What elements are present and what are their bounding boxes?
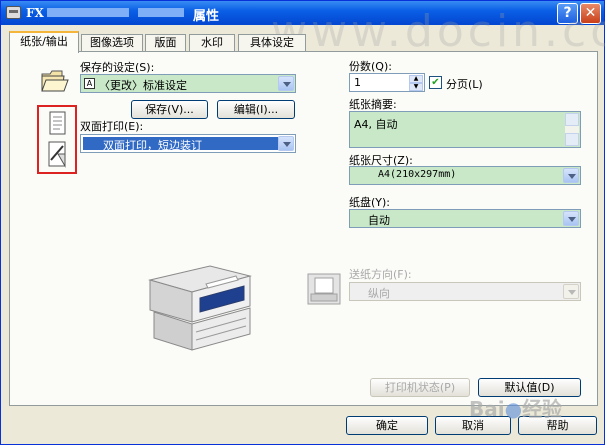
tab-detailed-settings[interactable]: 具体设定 [238,34,306,52]
saved-settings-select[interactable]: A 〈更改〉标准设定 [80,74,296,93]
copies-value: 1 [354,76,361,89]
close-button[interactable]: ✕ [580,3,601,24]
document-icon [49,111,66,135]
printer-illustration [148,265,252,351]
tray-select[interactable]: 自动 [349,209,581,228]
printer-status-button[interactable]: 打印机状态(P) [370,378,470,397]
summary-label: 纸张摘要: [349,98,397,111]
copies-label: 份数(Q): [349,60,392,73]
tab-layout[interactable]: 版面 [145,34,186,52]
summary-box: A4, 自动 [349,111,581,148]
title-bar: FX 属性 ? ✕ [1,1,604,25]
window-brand: FX [26,6,44,20]
feed-direction-value: 纵向 [368,287,390,300]
tab-panel: 保存的设定(S): A 〈更改〉标准设定 保存(V)... 编辑(I)... 双… [9,51,598,406]
collate-checkbox[interactable]: ✔ [429,76,442,89]
tray-value: 自动 [368,214,390,227]
paper-feed-icon [307,273,341,305]
tab-watermark[interactable]: 水印 [189,34,235,52]
help-button[interactable]: 帮助 [518,416,597,435]
spin-down-icon[interactable]: ▼ [409,83,423,91]
tab-image-options[interactable]: 图像选项 [81,34,143,52]
feed-direction-label: 送纸方向(F): [349,268,412,281]
properties-dialog: FX 属性 ? ✕ www.docin.com 纸张/输出 图像选项 版面 水印… [0,0,605,445]
duplex-label: 双面打印(E): [80,120,144,133]
save-button[interactable]: 保存(V)... [131,100,208,119]
chevron-down-icon[interactable] [563,284,579,299]
tray-label: 纸盘(Y): [349,196,391,209]
scroll-down-icon[interactable] [565,133,579,146]
tab-paper-output[interactable]: 纸张/输出 [9,31,79,53]
scroll-up-icon[interactable] [565,113,579,126]
feed-direction-select[interactable]: 纵向 [349,282,581,301]
saved-settings-value: 〈更改〉标准设定 [99,79,187,92]
collate-label: 分页(L) [446,78,483,91]
duplex-page-icon [48,141,66,168]
help-title-button[interactable]: ? [557,3,578,24]
window-title: 属性 [193,9,220,24]
edit-button[interactable]: 编辑(I)... [217,100,295,119]
folder-icon [41,70,69,92]
printer-icon [6,6,21,19]
duplex-select[interactable]: 双面打印，短边装订 [80,134,296,153]
copies-stepper[interactable]: 1 ▲ ▼ [349,73,425,92]
setting-icon: A [84,78,95,89]
paper-size-value: A4(210x297mm) [378,169,457,180]
saved-settings-label: 保存的设定(S): [80,61,155,74]
summary-value: A4, 自动 [354,118,398,131]
paper-size-select[interactable]: A4(210x297mm) [349,166,581,185]
chevron-down-icon[interactable] [278,136,294,151]
redacted-text [47,8,129,17]
duplex-icon-frame [37,105,77,174]
spin-up-icon[interactable]: ▲ [409,75,423,83]
chevron-down-icon[interactable] [278,76,294,91]
redacted-text [138,8,184,17]
summary-scrollbar[interactable] [565,113,579,146]
ok-button[interactable]: 确定 [346,416,428,435]
duplex-value: 双面打印，短边装订 [103,139,202,152]
defaults-button[interactable]: 默认值(D) [478,378,581,397]
chevron-down-icon[interactable] [563,211,579,226]
chevron-down-icon[interactable] [563,168,579,183]
cancel-button[interactable]: 取消 [435,416,511,435]
